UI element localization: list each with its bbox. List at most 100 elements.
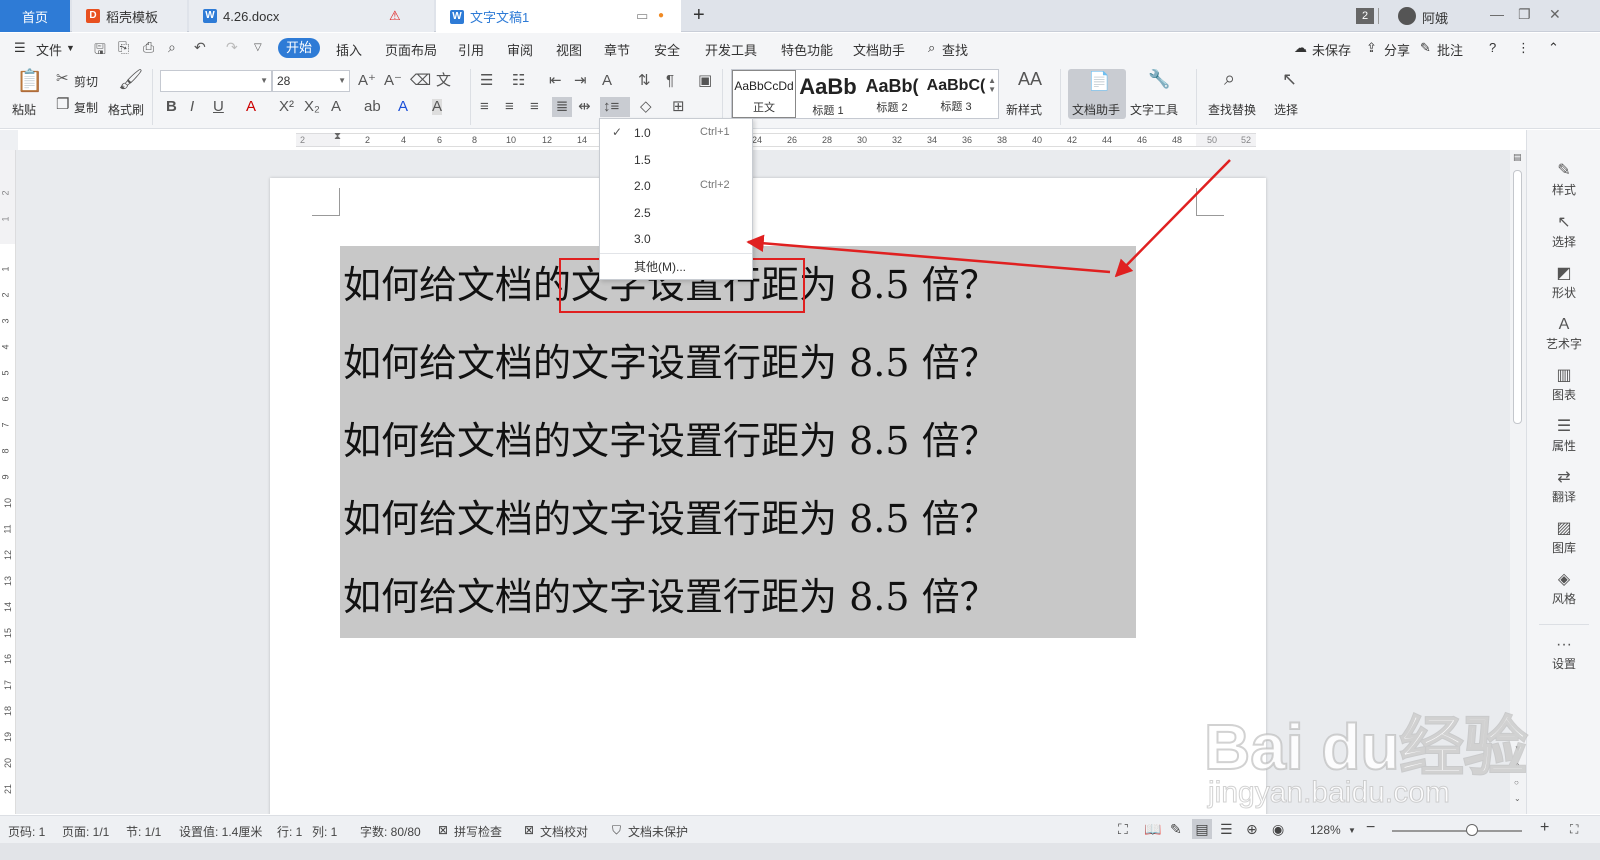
sidebar-item-shapes[interactable]: ◩ 形状 (1527, 265, 1600, 301)
page-view-icon[interactable]: ▤ (1192, 819, 1212, 839)
paragraph-line[interactable]: 如何给文档的文字设置行距为 8.5 倍？ (343, 332, 998, 387)
more-icon[interactable]: ⋮ (1517, 40, 1530, 56)
align-center-icon[interactable]: ≡ (505, 99, 514, 115)
font-size-select[interactable]: 28 ▼ (272, 70, 350, 92)
fit-window-icon[interactable]: ⛶ (1570, 822, 1578, 837)
new-style-button[interactable]: 新样式 (1006, 101, 1042, 118)
find-replace-button[interactable]: 查找替换 (1208, 101, 1256, 118)
doc-assistant-button[interactable]: 📄 文档助手 (1068, 69, 1126, 119)
line-spacing-button[interactable]: ↕≡ (600, 97, 630, 117)
menu-developer[interactable]: 开发工具 (705, 40, 757, 59)
increase-indent-icon[interactable]: ⇥ (574, 73, 587, 89)
zoom-out-icon[interactable]: − (1366, 819, 1375, 837)
sidebar-item-wordart[interactable]: A 艺术字 (1527, 316, 1600, 352)
text-effect-icon[interactable]: A (331, 99, 341, 115)
menu-features[interactable]: 特色功能 (781, 40, 833, 59)
unsaved-status[interactable]: 未保存 (1312, 40, 1351, 59)
browse-object-icon[interactable]: ○ (1514, 778, 1519, 787)
tab-templates[interactable]: D 稻壳模板 (72, 0, 187, 32)
align-left-icon[interactable]: ≡ (480, 99, 489, 115)
sort-icon[interactable]: ⇅ (638, 73, 651, 89)
highlight-icon[interactable]: ab (364, 99, 381, 115)
menu-section[interactable]: 章节 (604, 40, 630, 59)
menu-start[interactable]: 开始 (278, 38, 320, 58)
style-heading-1[interactable]: AaBb 标题 1 (796, 70, 860, 118)
search-icon[interactable]: ⌕ (928, 40, 935, 56)
prev-page-icon[interactable]: ⌃ (1514, 762, 1521, 771)
help-icon[interactable]: ? (1489, 40, 1496, 55)
hamburger-icon[interactable]: ☰ (14, 40, 26, 56)
wrench-icon[interactable]: 🔧 (1148, 70, 1170, 88)
avatar[interactable] (1398, 7, 1416, 25)
menu-search[interactable]: 查找 (942, 40, 968, 59)
collapse-ribbon-icon[interactable]: ⌃ (1548, 40, 1559, 56)
scrollbar-thumb[interactable] (1513, 170, 1522, 424)
font-name-select[interactable]: ▼ (160, 70, 272, 92)
superscript-icon[interactable]: X² (279, 99, 294, 115)
paragraph-line[interactable]: 如何给文档的文字设置行距为 8.5 倍？ (343, 410, 998, 465)
copy-icon[interactable]: ❐ (56, 97, 69, 113)
subscript-icon[interactable]: X₂ (304, 99, 320, 115)
pinyin-icon[interactable]: 文 (436, 73, 451, 89)
split-view-icon[interactable]: ▤ (1513, 152, 1522, 163)
tab-home[interactable]: 首页 (0, 0, 70, 32)
zoom-in-icon[interactable]: + (1540, 819, 1549, 837)
sidebar-item-styles[interactable]: ✎ 样式 (1527, 162, 1600, 198)
status-pages[interactable]: 页面: 1/1 (62, 823, 109, 840)
strikethrough-icon[interactable]: A (246, 99, 256, 115)
format-painter-button[interactable]: 格式刷 (108, 101, 144, 118)
style-heading-2[interactable]: AaBb(标题 2 (860, 70, 924, 118)
bullets-icon[interactable]: ☰ (480, 73, 493, 89)
comment-button[interactable]: 批注 (1437, 40, 1463, 59)
line-spacing-option[interactable]: ✓ 1.0 Ctrl+1 (600, 121, 752, 145)
export-pdf-icon[interactable]: ⎘ (118, 39, 129, 56)
font-color-icon[interactable]: A (398, 99, 408, 115)
paragraph-line[interactable]: 如何给文档的文字设置行距为 8.5 倍？ (343, 488, 998, 543)
restore-icon[interactable]: ❐ (1518, 6, 1531, 23)
style-normal[interactable]: AaBbCcDd 正文 (732, 70, 796, 118)
user-name[interactable]: 阿娥 (1422, 8, 1448, 27)
minimize-icon[interactable]: — (1490, 6, 1504, 22)
show-marks-icon[interactable]: ¶ (666, 73, 674, 89)
line-spacing-other-option[interactable]: 其他(M)... (600, 255, 752, 279)
undo-icon[interactable]: ↶ (194, 39, 206, 56)
chevron-down-icon[interactable]: ▼ (66, 43, 75, 53)
menu-review[interactable]: 审阅 (507, 40, 533, 59)
text-box-icon[interactable]: ▣ (698, 73, 712, 89)
next-page-icon[interactable]: ⌄ (1514, 794, 1521, 803)
sidebar-item-select[interactable]: ↖ 选择 (1527, 214, 1600, 250)
line-spacing-option[interactable]: 1.5 (600, 148, 752, 172)
distribute-icon[interactable]: ⇹ (578, 99, 591, 115)
edit-view-icon[interactable]: ✎ (1170, 821, 1182, 838)
paragraph-shading-icon[interactable]: ◇ (640, 99, 652, 115)
tab-doc-1[interactable]: W 文字文稿1 ▭ ● (436, 0, 681, 33)
menu-page-layout[interactable]: 页面布局 (385, 40, 437, 59)
sidebar-item-properties[interactable]: ☰ 属性 (1527, 418, 1600, 454)
status-setting[interactable]: 设置值: 1.4厘米 (179, 823, 262, 840)
paragraph-line[interactable]: 如何给文档的文字设置行距为 8.5 倍？ (343, 566, 998, 621)
redo-icon[interactable]: ↷ (226, 39, 238, 56)
cut-button[interactable]: 剪切 (74, 73, 98, 90)
zoom-slider-handle[interactable] (1466, 824, 1478, 836)
new-style-icon[interactable]: AA (1018, 70, 1042, 88)
customize-icon[interactable]: ▽ (254, 42, 262, 53)
zoom-slider[interactable] (1392, 830, 1522, 832)
status-col[interactable]: 列: 1 (312, 823, 337, 840)
sidebar-item-chart[interactable]: ▥ 图表 (1527, 367, 1600, 403)
format-painter-icon[interactable]: 🖌 (118, 69, 143, 91)
borders-icon[interactable]: ⊞ (672, 99, 685, 115)
line-spacing-option[interactable]: 3.0 (600, 227, 752, 251)
zoom-level[interactable]: 128% (1310, 823, 1341, 837)
chevron-down-icon[interactable]: ▼ (1348, 826, 1356, 835)
status-row[interactable]: 行: 1 (277, 823, 302, 840)
fullscreen-icon[interactable]: ⛶ (1118, 821, 1128, 838)
horizontal-ruler[interactable]: 2 2 4 6 8 10 12 14 16 18 20 22 24 26 28 … (296, 133, 1256, 147)
find-replace-icon[interactable]: ⌕ (1224, 69, 1235, 89)
sidebar-item-gallery[interactable]: ▨ 图库 (1527, 520, 1600, 556)
chinese-layout-icon[interactable]: A (602, 73, 612, 89)
web-view-icon[interactable]: ⊕ (1246, 821, 1258, 838)
grow-font-icon[interactable]: A⁺ (358, 73, 376, 89)
protect-status[interactable]: 文档未保护 (628, 823, 688, 840)
outline-view-icon[interactable]: ☰ (1220, 821, 1233, 838)
style-heading-3[interactable]: AaBbC(标题 3 (924, 70, 988, 118)
